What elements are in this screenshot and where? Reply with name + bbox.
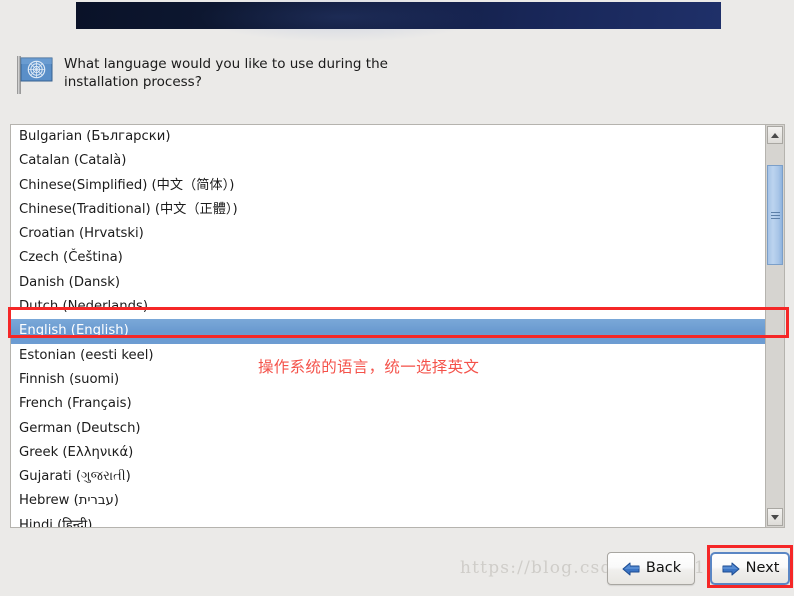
- header-banner: [76, 0, 721, 43]
- scrollbar-down-button[interactable]: [767, 508, 783, 526]
- annotation-note-text: 操作系统的语言，统一选择英文: [258, 358, 480, 376]
- next-button-label: Next: [745, 560, 780, 577]
- language-list-scrollview[interactable]: Bulgarian (Български) Catalan (Català) Chi…: [11, 125, 765, 527]
- back-button-label: Back: [645, 560, 682, 577]
- language-list-item[interactable]: Gujarati (ગુજરાતી): [11, 465, 765, 489]
- language-list-item[interactable]: Bulgarian (Български): [11, 125, 765, 149]
- language-list-item[interactable]: Hindi (हिन्दी): [11, 514, 765, 527]
- language-list-item[interactable]: Croatian (Hrvatski): [11, 222, 765, 246]
- arrow-right-icon: [722, 562, 740, 575]
- language-list-item[interactable]: English (English): [11, 319, 765, 344]
- language-list-item[interactable]: Dutch (Nederlands): [11, 295, 765, 319]
- language-list-item[interactable]: Catalan (Català): [11, 149, 765, 173]
- scrollbar-up-button[interactable]: [767, 126, 783, 144]
- chevron-down-icon: [771, 514, 779, 520]
- language-list-item[interactable]: Greek (Ελληνικά): [11, 441, 765, 465]
- language-list-item[interactable]: Danish (Dansk): [11, 271, 765, 295]
- vertical-scrollbar[interactable]: [765, 125, 784, 527]
- banner-sheen: [192, 0, 489, 43]
- chevron-up-icon: [771, 132, 779, 138]
- scrollbar-thumb[interactable]: [767, 165, 783, 265]
- un-flag-icon: [17, 56, 53, 94]
- language-list-item[interactable]: German (Deutsch): [11, 417, 765, 441]
- button-bar: Back Next: [0, 550, 794, 590]
- scrollbar-track[interactable]: [766, 145, 784, 507]
- next-button[interactable]: Next: [710, 552, 790, 585]
- language-list-item[interactable]: French (Français): [11, 392, 765, 416]
- prompt-text: What language would you like to use duri…: [64, 56, 388, 90]
- back-button[interactable]: Back: [607, 552, 695, 585]
- language-list-item[interactable]: Chinese(Simplified) (中文（简体）): [11, 174, 765, 198]
- language-list-item[interactable]: Czech (Čeština): [11, 246, 765, 270]
- language-list-item[interactable]: Hebrew (עברית): [11, 489, 765, 513]
- arrow-left-icon: [622, 562, 640, 575]
- language-list-item[interactable]: Chinese(Traditional) (中文（正體）): [11, 198, 765, 222]
- prompt-row: What language would you like to use duri…: [10, 50, 710, 97]
- language-listbox[interactable]: Bulgarian (Български) Catalan (Català) Chi…: [10, 124, 785, 528]
- scrollbar-grip-icon: [770, 210, 780, 221]
